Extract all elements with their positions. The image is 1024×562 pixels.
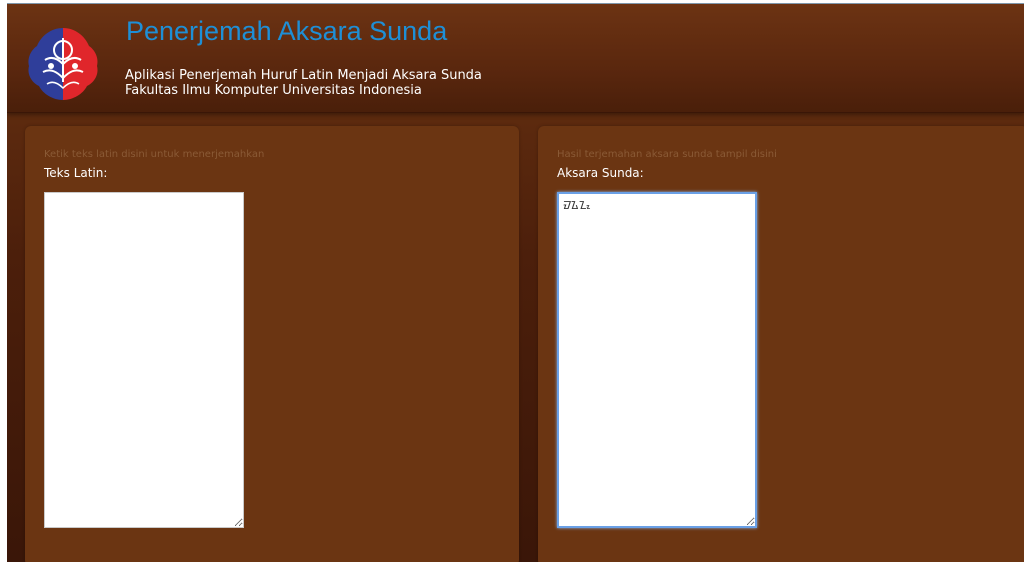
- app-window: Penerjemah Aksara Sunda Aplikasi Penerje…: [7, 4, 1024, 562]
- sunda-output-panel: Hasil terjemahan aksara sunda tampil dis…: [538, 126, 1024, 562]
- app-affiliation: Fakultas Ilmu Komputer Universitas Indon…: [125, 83, 422, 98]
- sunda-output-hint: Hasil terjemahan aksara sunda tampil dis…: [557, 149, 777, 160]
- latin-text-input[interactable]: [44, 192, 244, 528]
- latin-input-panel: Ketik teks latin disini untuk menerjemah…: [25, 126, 519, 562]
- university-emblem-icon: [28, 28, 98, 100]
- latin-input-hint: Ketik teks latin disini untuk menerjemah…: [44, 149, 265, 160]
- sunda-text-output[interactable]: [557, 192, 757, 528]
- app-title: Penerjemah Aksara Sunda: [126, 16, 448, 46]
- page-header: Penerjemah Aksara Sunda Aplikasi Penerje…: [7, 4, 1024, 113]
- sunda-output-label: Aksara Sunda:: [557, 166, 644, 180]
- app-subtitle: Aplikasi Penerjemah Huruf Latin Menjadi …: [125, 68, 482, 83]
- latin-input-label: Teks Latin:: [44, 166, 108, 180]
